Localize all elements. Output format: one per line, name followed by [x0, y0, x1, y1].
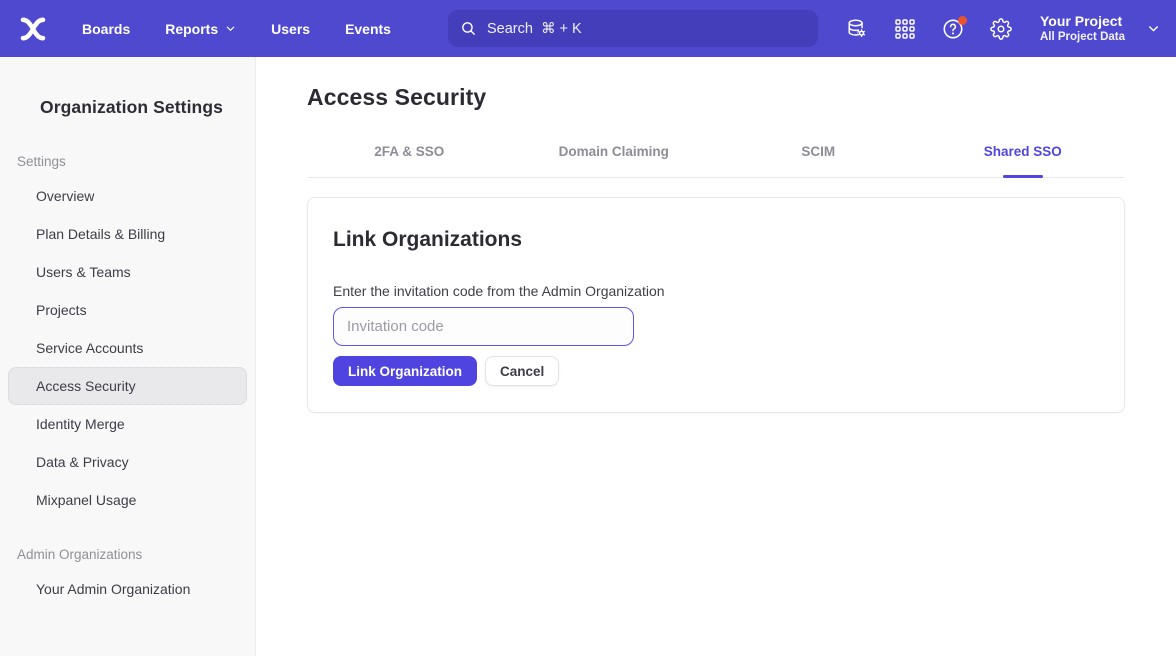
invitation-code-input[interactable] [333, 307, 634, 346]
main-content: Access Security 2FA & SSO Domain Claimin… [256, 57, 1176, 656]
project-name: Your Project [1040, 13, 1125, 31]
project-switcher[interactable]: Your Project All Project Data [1040, 13, 1160, 45]
sidebar-item-data-privacy[interactable]: Data & Privacy [0, 443, 255, 481]
sidebar-item-label: Identity Merge [36, 416, 125, 432]
page-shell: Organization Settings Settings Overview … [0, 57, 1176, 656]
sidebar-item-mixpanel-usage[interactable]: Mixpanel Usage [0, 481, 255, 519]
sidebar-item-label: Overview [36, 188, 94, 204]
nav-item-users[interactable]: Users [271, 21, 310, 37]
apps-grid-icon[interactable] [894, 18, 916, 40]
card-title: Link Organizations [333, 228, 1099, 252]
sidebar-item-your-admin-organization[interactable]: Your Admin Organization [0, 570, 255, 608]
link-organizations-card: Link Organizations Enter the invitation … [307, 197, 1125, 413]
chevron-down-icon [1147, 22, 1160, 35]
page-title: Access Security [307, 84, 1125, 111]
sidebar-item-users-teams[interactable]: Users & Teams [0, 253, 255, 291]
sidebar-item-label: Data & Privacy [36, 454, 129, 470]
active-tab-indicator [1003, 175, 1043, 178]
cancel-button[interactable]: Cancel [485, 356, 559, 386]
nav-item-reports-label: Reports [165, 21, 218, 37]
nav-item-events[interactable]: Events [345, 21, 391, 37]
top-navbar: Boards Reports Users Events [0, 0, 1176, 57]
sidebar-item-label: Your Admin Organization [36, 581, 190, 597]
sidebar-item-overview[interactable]: Overview [0, 177, 255, 215]
project-switcher-labels: Your Project All Project Data [1040, 13, 1125, 45]
sidebar-item-projects[interactable]: Projects [0, 291, 255, 329]
nav-item-users-label: Users [271, 21, 310, 37]
help-icon[interactable] [942, 18, 964, 40]
nav-item-events-label: Events [345, 21, 391, 37]
sidebar-item-label: Plan Details & Billing [36, 226, 165, 242]
sidebar-item-access-security[interactable]: Access Security [8, 367, 247, 405]
sidebar-item-label: Access Security [36, 378, 136, 394]
tab-2fa-sso[interactable]: 2FA & SSO [307, 136, 512, 177]
org-settings-sidebar: Organization Settings Settings Overview … [0, 57, 256, 656]
sidebar-item-label: Mixpanel Usage [36, 492, 136, 508]
global-search[interactable] [448, 10, 818, 47]
sidebar-item-label: Users & Teams [36, 264, 131, 280]
tab-label: 2FA & SSO [374, 144, 444, 159]
nav-links: Boards Reports Users Events [82, 21, 391, 37]
access-security-tabs: 2FA & SSO Domain Claiming SCIM Shared SS… [307, 136, 1125, 178]
sidebar-item-plan-details-billing[interactable]: Plan Details & Billing [0, 215, 255, 253]
settings-icon[interactable] [990, 18, 1012, 40]
data-management-icon[interactable] [846, 18, 868, 40]
tab-label: Shared SSO [984, 144, 1062, 159]
sidebar-section-settings-label: Settings [0, 154, 255, 169]
sidebar-title: Organization Settings [0, 97, 255, 118]
nav-item-boards[interactable]: Boards [82, 21, 130, 37]
nav-item-reports[interactable]: Reports [165, 21, 236, 37]
sidebar-section-admin-orgs-label: Admin Organizations [0, 547, 255, 562]
card-actions: Link Organization Cancel [333, 356, 1099, 386]
notification-dot [958, 16, 967, 25]
chevron-down-icon [225, 23, 236, 34]
sidebar-item-label: Projects [36, 302, 87, 318]
project-dataset: All Project Data [1040, 30, 1125, 44]
mixpanel-logo-icon[interactable] [16, 12, 50, 46]
link-organization-button[interactable]: Link Organization [333, 356, 477, 386]
tab-shared-sso[interactable]: Shared SSO [921, 136, 1126, 177]
search-input[interactable] [487, 21, 806, 37]
nav-item-boards-label: Boards [82, 21, 130, 37]
sidebar-item-identity-merge[interactable]: Identity Merge [0, 405, 255, 443]
tab-label: Domain Claiming [559, 144, 669, 159]
sidebar-item-service-accounts[interactable]: Service Accounts [0, 329, 255, 367]
tab-scim[interactable]: SCIM [716, 136, 921, 177]
navbar-action-icons [846, 18, 1012, 40]
invitation-code-description: Enter the invitation code from the Admin… [333, 283, 1099, 299]
sidebar-item-label: Service Accounts [36, 340, 143, 356]
tab-domain-claiming[interactable]: Domain Claiming [512, 136, 717, 177]
search-icon [460, 20, 477, 37]
tab-label: SCIM [801, 144, 835, 159]
